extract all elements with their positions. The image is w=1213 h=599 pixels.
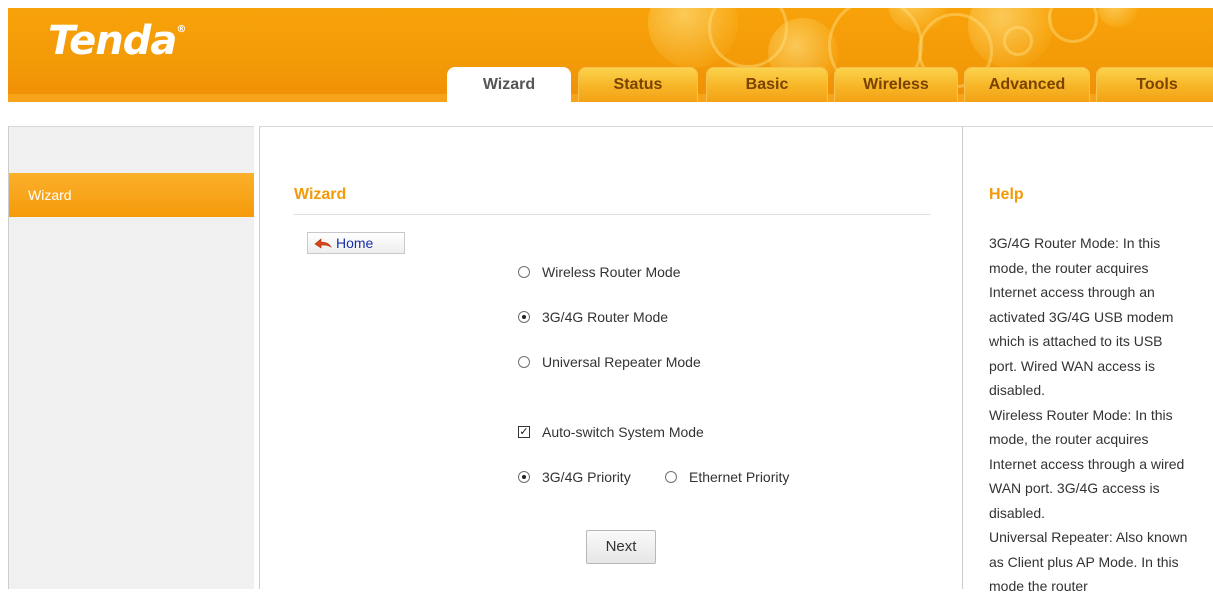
help-panel: Help 3G/4G Router Mode: In this mode, th… (962, 126, 1213, 594)
tab-wireless[interactable]: Wireless (834, 67, 958, 102)
header-banner: Tenda® Wizard Status Basic Wireless Adva… (8, 8, 1213, 102)
ethernet-priority-radio[interactable] (665, 471, 677, 483)
home-button[interactable]: Home (307, 232, 405, 254)
ethernet-priority-option[interactable]: Ethernet Priority (665, 467, 789, 487)
wireless-router-mode-label: Wireless Router Mode (542, 264, 681, 280)
3g4g-priority-option[interactable]: 3G/4G Priority (518, 467, 631, 487)
3g4g-router-mode-option[interactable]: 3G/4G Router Mode (518, 307, 668, 327)
tab-basic[interactable]: Basic (706, 67, 828, 102)
main-panel: Wizard Home Wireless Router Mode 3G/4G R… (259, 126, 962, 589)
left-border (8, 126, 9, 589)
3g4g-router-mode-label: 3G/4G Router Mode (542, 309, 669, 325)
help-paragraph: Wireless Router Mode: In this mode, the … (989, 406, 1185, 521)
universal-repeater-mode-radio[interactable] (518, 356, 530, 368)
page-title: Wizard (294, 186, 347, 203)
auto-switch-option[interactable]: ✓ Auto-switch System Mode (518, 422, 704, 442)
auto-switch-checkbox[interactable]: ✓ (518, 426, 530, 438)
help-paragraph: 3G/4G Router Mode: In this mode, the rou… (989, 235, 1174, 398)
help-text: 3G/4G Router Mode: In this mode, the rou… (989, 231, 1189, 599)
3g4g-router-mode-radio[interactable] (518, 311, 530, 323)
tenda-logo: Tenda® (48, 18, 186, 64)
3g4g-priority-radio[interactable] (518, 471, 530, 483)
header-separator (8, 102, 1213, 127)
title-divider (294, 214, 930, 215)
universal-repeater-mode-label: Universal Repeater Mode (542, 354, 701, 370)
wireless-router-mode-radio[interactable] (518, 266, 530, 278)
auto-switch-label: Auto-switch System Mode (542, 424, 704, 440)
ethernet-priority-label: Ethernet Priority (689, 469, 790, 485)
tab-wizard[interactable]: Wizard (447, 67, 571, 102)
left-sidebar: Wizard (8, 126, 254, 589)
home-label: Home (336, 235, 374, 251)
tab-advanced[interactable]: Advanced (964, 67, 1090, 102)
help-paragraph: Universal Repeater: Also known as Client… (989, 529, 1188, 594)
universal-repeater-mode-option[interactable]: Universal Repeater Mode (518, 352, 701, 372)
next-button[interactable]: Next (586, 530, 656, 564)
3g4g-priority-label: 3G/4G Priority (542, 469, 631, 485)
tab-status[interactable]: Status (578, 67, 698, 102)
home-arrow-icon (314, 238, 332, 249)
sidebar-item-wizard[interactable]: Wizard (8, 173, 254, 217)
wireless-router-mode-option[interactable]: Wireless Router Mode (518, 262, 681, 282)
help-title: Help (989, 186, 1024, 203)
tab-tools[interactable]: Tools (1096, 67, 1213, 102)
